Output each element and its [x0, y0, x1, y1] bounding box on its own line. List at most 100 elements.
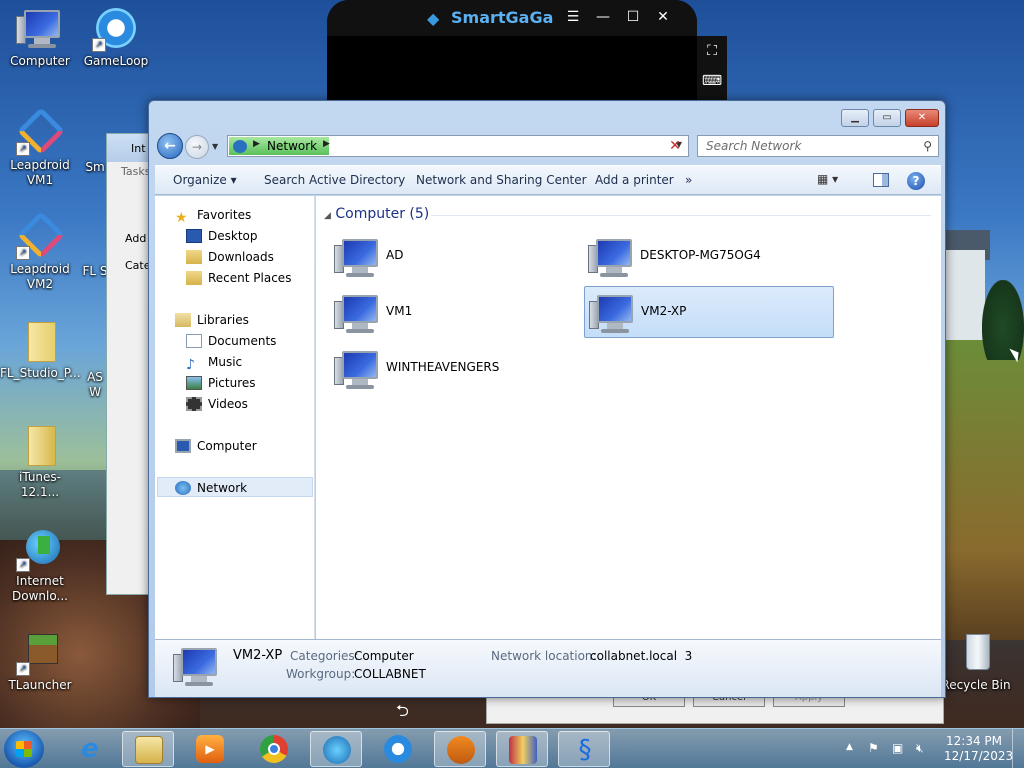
network-computer-item[interactable]: AD: [330, 231, 580, 283]
search-icon[interactable]: ⚲: [923, 139, 932, 153]
recent-pages-dropdown[interactable]: ▼: [212, 142, 218, 151]
show-hidden-icons-icon[interactable]: ▲: [846, 742, 853, 752]
desktop-icon-label: Leapdroid VM2: [10, 262, 70, 291]
item-label: AD: [386, 248, 404, 262]
clock-time: 12:34 PM: [946, 734, 1002, 748]
nav-item-videos[interactable]: Videos: [186, 394, 248, 414]
desktop-icon-internet-download-manager[interactable]: ↗ Internet Downlo...: [0, 528, 80, 604]
background-window-add[interactable]: Add: [125, 232, 146, 245]
back-arrow-icon[interactable]: ⮌: [396, 700, 409, 727]
desktop-icon-label: iTunes-12.1...: [18, 470, 62, 499]
change-view-button[interactable]: ▦ ▾: [817, 172, 838, 186]
videos-icon: [186, 396, 202, 411]
minimize-button[interactable]: —: [593, 9, 613, 25]
desktop-icon-fl-studio-folder[interactable]: FL_Studio_P...: [0, 320, 81, 381]
navigation-bar: ← → ▼ ▶ Network ▶ ▼ ✕ Search Network ⚲: [155, 131, 941, 161]
start-button[interactable]: [4, 730, 44, 768]
behind-dialog: OK Cancel Apply: [486, 691, 944, 724]
taskbar-windows-explorer[interactable]: [122, 731, 174, 767]
taskbar-smartgaga[interactable]: §: [558, 731, 610, 767]
recycle-bin-icon: [952, 632, 1000, 676]
network-sharing-center-button[interactable]: Network and Sharing Center: [416, 173, 587, 187]
nav-item-downloads[interactable]: Downloads: [186, 247, 274, 267]
show-desktop-button[interactable]: [1012, 729, 1024, 768]
chevron-right-icon[interactable]: ▶: [323, 139, 330, 149]
nav-item-music[interactable]: ♪ Music: [186, 352, 242, 373]
desktop-icon-label: FL_Studio_P...: [0, 366, 81, 380]
downloads-folder-icon: [186, 249, 202, 264]
taskbar-media-player[interactable]: ▶: [184, 731, 236, 767]
search-active-directory-button[interactable]: Search Active Directory: [264, 173, 405, 187]
organize-button[interactable]: Organize ▾: [173, 173, 237, 187]
smartgaga-logo-icon: ◆: [427, 9, 440, 28]
desktop-icon-itunes-folder[interactable]: iTunes-12.1...: [0, 424, 80, 500]
computer-icon: [334, 349, 382, 391]
nav-label: Documents: [208, 334, 277, 348]
preview-pane-icon[interactable]: [873, 173, 889, 187]
file-list[interactable]: ◢ Computer (5) AD DESKTOP-MG75OG4 VM1 VM…: [316, 196, 941, 639]
command-bar: Organize ▾ Search Active Directory Netwo…: [155, 165, 941, 195]
fullscreen-icon[interactable]: ⛶: [697, 36, 727, 66]
desktop-icon-leapdroid-vm2[interactable]: ↗ Leapdroid VM2: [0, 210, 80, 292]
address-breadcrumb[interactable]: ▶ Network ▶: [229, 137, 330, 155]
taskbar-internet-download-manager[interactable]: [310, 731, 362, 767]
nav-label: Recent Places: [208, 271, 292, 285]
network-tray-icon[interactable]: ▣: [892, 741, 903, 755]
group-header[interactable]: ◢ Computer (5): [324, 206, 429, 222]
network-computer-item[interactable]: VM1: [330, 287, 580, 339]
add-printer-button[interactable]: Add a printer: [595, 173, 674, 187]
taskbar-gameloop[interactable]: [372, 731, 424, 767]
folder-icon: [16, 424, 64, 468]
wallpaper-house: [945, 250, 985, 340]
network-computer-item-selected[interactable]: VM2-XP: [584, 286, 834, 338]
help-icon[interactable]: ?: [907, 172, 925, 190]
taskbar-chrome[interactable]: [248, 731, 300, 767]
minimize-button[interactable]: ▁: [841, 109, 869, 127]
taskbar-winrar[interactable]: [496, 731, 548, 767]
maximize-button[interactable]: ▭: [873, 109, 901, 127]
taskbar-clock[interactable]: 12:34 PM 12/17/2023: [944, 734, 1013, 764]
stop-icon[interactable]: ✕: [665, 135, 685, 157]
chevron-right-icon[interactable]: ▶: [253, 139, 260, 149]
nav-item-libraries[interactable]: Libraries: [175, 310, 249, 330]
network-computer-item[interactable]: WINTHEAVENGERS: [330, 343, 580, 395]
forward-button[interactable]: →: [185, 135, 209, 159]
hamburger-icon[interactable]: ☰: [563, 9, 583, 25]
desktop-icon-recycle-bin[interactable]: Recycle Bin: [936, 632, 1016, 693]
back-button[interactable]: ←: [157, 133, 183, 159]
nav-item-favorites[interactable]: ★ Favorites: [175, 205, 252, 226]
maximize-button[interactable]: ☐: [623, 9, 643, 25]
computer-icon: [589, 293, 637, 335]
explorer-window[interactable]: ▁ ▭ ✕ ← → ▼ ▶ Network ▶ ▼ ✕ Search Netwo…: [148, 100, 946, 698]
close-button[interactable]: ✕: [905, 109, 939, 127]
smartgaga-icon: §: [578, 735, 592, 765]
desktop-icon-tlauncher[interactable]: ↗ TLauncher: [0, 632, 80, 693]
address-bar[interactable]: ▶ Network ▶ ▼: [227, 135, 689, 157]
keyboard-icon[interactable]: ⌨: [697, 66, 727, 96]
smartgaga-window[interactable]: ◆ SmartGaGa ☰ — ☐ ✕: [327, 0, 697, 100]
desktop-icon-leapdroid-vm1[interactable]: ↗ Leapdroid VM1: [0, 106, 80, 188]
more-commands-button[interactable]: »: [685, 173, 692, 187]
nav-item-network[interactable]: Network: [175, 478, 247, 498]
background-window-categories: Cate: [125, 259, 151, 272]
details-categories-value: Computer: [354, 649, 414, 663]
search-input[interactable]: Search Network ⚲: [697, 135, 939, 157]
collapse-icon[interactable]: ◢: [324, 211, 331, 221]
nav-label: Favorites: [197, 208, 252, 222]
desktop-icon-computer[interactable]: Computer: [0, 8, 80, 69]
action-center-icon[interactable]: ⚑: [868, 741, 879, 755]
nav-item-pictures[interactable]: Pictures: [186, 373, 256, 393]
breadcrumb-network[interactable]: Network: [267, 139, 317, 153]
nav-item-recent-places[interactable]: Recent Places: [186, 268, 291, 288]
nav-item-desktop[interactable]: Desktop: [186, 226, 258, 246]
volume-muted-icon[interactable]: 🔇︎: [916, 741, 924, 756]
smartgaga-titlebar[interactable]: ◆ SmartGaGa ☰ — ☐ ✕: [327, 0, 697, 36]
taskbar-internet-explorer[interactable]: e: [64, 731, 116, 767]
network-computer-item[interactable]: DESKTOP-MG75OG4: [584, 231, 834, 283]
close-button[interactable]: ✕: [653, 9, 673, 25]
desktop-icon-gameloop[interactable]: ↗ GameLoop: [76, 8, 156, 69]
taskbar-fl-studio[interactable]: [434, 731, 486, 767]
nav-item-documents[interactable]: Documents: [186, 331, 276, 351]
folder-icon: [135, 736, 163, 764]
nav-item-computer[interactable]: Computer: [175, 436, 257, 456]
